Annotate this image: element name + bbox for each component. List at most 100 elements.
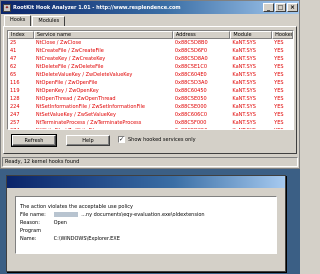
- row-module: KaNT.SYS: [232, 120, 256, 126]
- title-bar[interactable]: ✦ RootKit Hook Analyzer 1.01 - http://ww…: [1, 1, 299, 14]
- column-header-hooked[interactable]: Hooked: [272, 31, 293, 39]
- row-module: KaNT.SYS: [232, 112, 256, 118]
- tab-hooks[interactable]: Hooks: [4, 15, 32, 26]
- table-row[interactable]: 128 NtOpenThread / ZwOpenThread 0x88C5E050…: [8, 95, 293, 103]
- column-header-address[interactable]: Address: [172, 31, 231, 39]
- row-service-name: NtDeleteValueKey / ZwDeleteValueKey: [35, 72, 133, 78]
- row-address: 0x88C5E1C0: [174, 64, 208, 70]
- dialog-message: The action violates the acceptable use p…: [20, 204, 133, 210]
- table-row[interactable]: 119 NtOpenKey / ZwOpenKey 0x88C60450 KaNT.S…: [8, 87, 293, 95]
- reason-label: Reason:: [20, 220, 40, 226]
- tab-modules[interactable]: Modules: [32, 16, 66, 26]
- row-address: 0x88C5F000: [174, 120, 207, 126]
- file-name-value: ...ny documents\eqy-evaluation.exe\oldex…: [81, 212, 205, 218]
- row-index: 257: [10, 120, 20, 126]
- program-name-label: Program Name:: [20, 228, 42, 242]
- table-row[interactable]: 62 NtDeleteFile / ZwDeleteFile 0x88C5E1C0 K…: [8, 63, 293, 71]
- show-hooked-only-checkbox[interactable]: ✓ Show hooked services only: [118, 136, 196, 143]
- row-address: 0x88C606C0: [174, 112, 208, 118]
- row-service-name: NtDeleteFile / ZwDeleteFile: [35, 64, 104, 70]
- row-hooked: YES: [274, 112, 284, 118]
- row-module: KaNT.SYS: [232, 72, 256, 78]
- policy-alert-dialog: The action violates the acceptable use p…: [6, 175, 286, 272]
- row-index: 65: [10, 72, 17, 78]
- row-hooked: YES: [272, 127, 293, 129]
- status-bar: Ready, 12 kernel hooks found: [2, 157, 298, 167]
- table-row[interactable]: 257 NtTerminateProcess / ZwTerminateProce…: [8, 119, 293, 127]
- redacted-path: [53, 212, 78, 217]
- row-service-name: NtWriteFile / ZwWriteFile: [34, 127, 173, 129]
- column-header-index[interactable]: Index: [8, 31, 34, 39]
- row-service-name: NtOpenThread / ZwOpenThread: [35, 96, 116, 102]
- row-hooked: YES: [274, 64, 284, 70]
- row-address: 0x88C5D950: [173, 127, 231, 129]
- reason-value: Open: [53, 220, 67, 226]
- row-service-name: NtCreateKey / ZwCreateKey: [35, 56, 106, 62]
- dialog-title-bar[interactable]: [7, 176, 285, 188]
- window-title: RootKit Hook Analyzer 1.01 - http://www.…: [13, 4, 181, 11]
- row-service-name: NtOpenKey / ZwOpenKey: [35, 88, 99, 94]
- column-header-service[interactable]: Service name: [33, 31, 173, 39]
- table-row[interactable]: 224 NtSetInformationFile / ZwSetInformati…: [8, 103, 293, 111]
- row-hooked: YES: [274, 88, 284, 94]
- row-index: 25: [10, 40, 17, 46]
- table-header: Index Service name Address Module Hooked: [8, 31, 293, 39]
- row-address: 0x88C60450: [174, 88, 207, 94]
- row-address: 0x88C5E050: [174, 96, 207, 102]
- row-module: KaNT.SYS: [230, 127, 272, 129]
- refresh-button[interactable]: Refresh: [11, 134, 57, 147]
- table-row[interactable]: 116 NtOpenFile / ZwOpenFile 0x88C5D3A0 KaNT…: [8, 79, 293, 87]
- help-button[interactable]: Help: [66, 135, 110, 146]
- row-index: 62: [10, 64, 17, 70]
- row-index: 116: [10, 80, 20, 86]
- row-service-name: NtClose / ZwClose: [35, 40, 82, 46]
- close-button[interactable]: ×: [287, 3, 298, 12]
- row-module: KaNT.SYS: [232, 48, 256, 54]
- hooks-panel: Index Service name Address Module Hooked…: [3, 26, 297, 154]
- row-address: 0x88C5D6F0: [174, 48, 208, 54]
- row-index: 128: [10, 96, 20, 102]
- row-module: KaNT.SYS: [232, 64, 256, 70]
- table-row[interactable]: 41 NtCreateFile / ZwCreateFile 0x88C5D6F0 K…: [8, 47, 293, 55]
- dialog-file-row: File name: ...ny documents\eqy-evaluatio…: [20, 211, 272, 219]
- row-index: 47: [10, 56, 17, 62]
- dialog-message-area: The action violates the acceptable use p…: [15, 196, 277, 254]
- row-module: KaNT.SYS: [232, 80, 256, 86]
- program-name-value: C:\WINDOWS\Explorer.EXE: [53, 236, 120, 242]
- row-hooked: YES: [274, 48, 284, 54]
- row-hooked: YES: [274, 56, 284, 62]
- table-row[interactable]: 47 NtCreateKey / ZwCreateKey 0x88C5D8A0 KaN…: [8, 55, 293, 63]
- row-module: KaNT.SYS: [232, 96, 256, 102]
- minimize-button[interactable]: _: [263, 3, 274, 12]
- table-row[interactable]: 247 NtSetValueKey / ZwSetValueKey 0x88C606…: [8, 111, 293, 119]
- row-address: 0x88C5E000: [174, 104, 207, 110]
- row-module: KaNT.SYS: [232, 104, 256, 110]
- column-header-module[interactable]: Module: [230, 31, 273, 39]
- row-service-name: NtSetInformationFile / ZwSetInformationF…: [35, 104, 145, 110]
- maximize-button[interactable]: □: [275, 3, 286, 12]
- row-index: 119: [10, 88, 20, 94]
- row-address: 0x88C5D3A0: [174, 80, 208, 86]
- row-index: 247: [10, 112, 20, 118]
- table-row[interactable]: 65 NtDeleteValueKey / ZwDeleteValueKey 0x8…: [8, 71, 293, 79]
- row-service-name: NtOpenFile / ZwOpenFile: [35, 80, 98, 86]
- tab-strip: Hooks Modules: [4, 15, 66, 26]
- row-service-name: NtSetValueKey / ZwSetValueKey: [35, 112, 116, 118]
- dialog-reason-row: Reason: Open: [20, 219, 272, 227]
- table-row[interactable]: 274NtWriteFile / ZwWriteFile0x88C5D950Ka…: [8, 127, 293, 129]
- row-hooked: YES: [274, 120, 284, 126]
- row-address: 0x88C5D8A0: [174, 56, 208, 62]
- row-module: KaNT.SYS: [232, 56, 256, 62]
- row-index: 224: [10, 104, 20, 110]
- row-hooked: YES: [274, 96, 284, 102]
- table-row[interactable]: 25 NtClose / ZwClose 0x88C5D8B0 KaNT.SYS YES: [8, 39, 293, 47]
- row-module: KaNT.SYS: [232, 40, 256, 46]
- hooks-table[interactable]: Index Service name Address Module Hooked…: [7, 30, 294, 130]
- row-service-name: NtCreateFile / ZwCreateFile: [35, 48, 104, 54]
- row-service-name: NtTerminateProcess / ZwTerminateProcess: [35, 120, 142, 126]
- app-icon: ✦: [3, 3, 11, 12]
- row-module: KaNT.SYS: [232, 88, 256, 94]
- checkbox-box[interactable]: ✓: [118, 136, 125, 143]
- row-index: 41: [10, 48, 17, 54]
- file-name-label: File name:: [20, 212, 46, 218]
